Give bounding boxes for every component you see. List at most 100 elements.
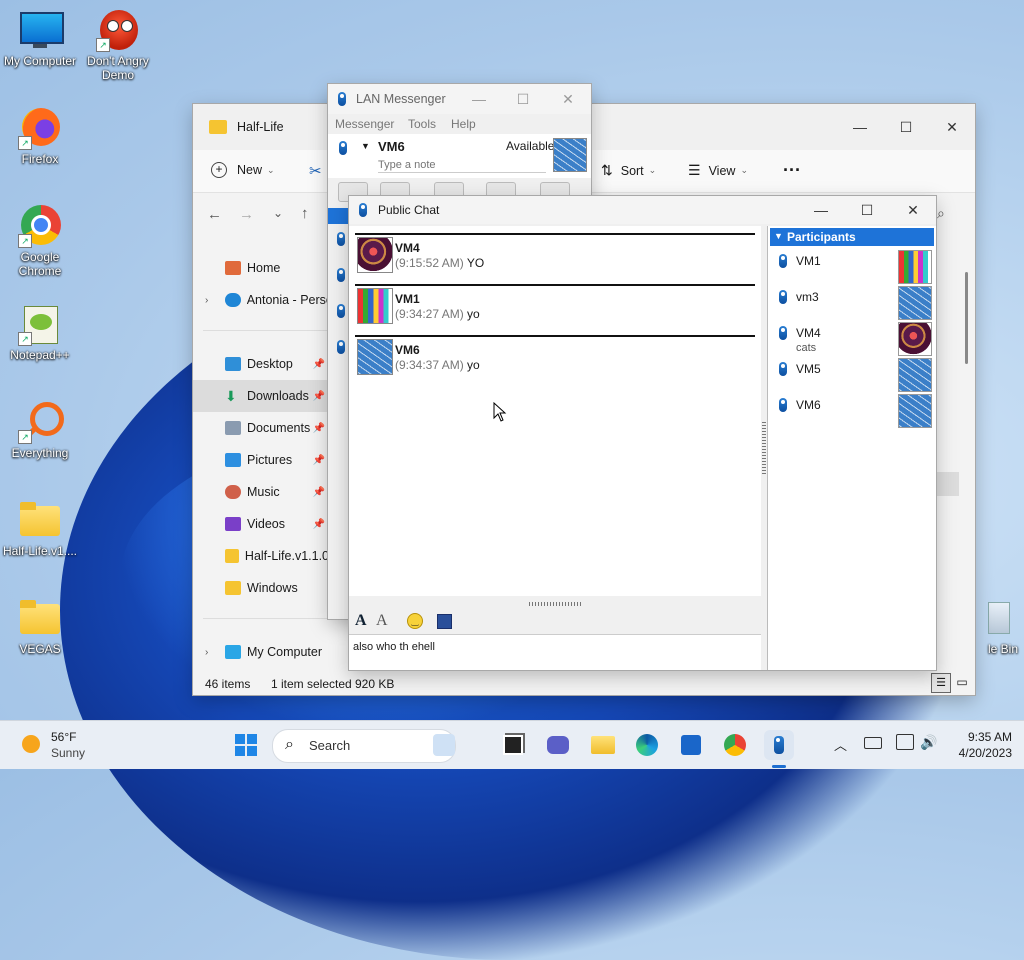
desktop-icon-my-computer[interactable]: My Computer bbox=[0, 8, 80, 68]
minimize-button[interactable]: — bbox=[457, 84, 501, 114]
participant-name: VM5 bbox=[796, 362, 821, 376]
keyboard-icon[interactable] bbox=[864, 737, 882, 749]
user-avatar[interactable] bbox=[553, 138, 587, 172]
close-button[interactable]: ✕ bbox=[545, 84, 591, 114]
menu-messenger[interactable]: Messenger bbox=[335, 117, 394, 131]
participant-item[interactable]: VM4 cats bbox=[776, 322, 932, 356]
vertical-scrollbar[interactable] bbox=[965, 272, 968, 364]
start-button[interactable] bbox=[231, 730, 261, 760]
public-chat-window[interactable]: Public Chat — ☐ ✕ VM4 (9:15:52 AM) YO VM… bbox=[349, 196, 936, 670]
participants-header[interactable]: ▼ Participants bbox=[770, 228, 934, 246]
new-button[interactable]: + New ⌄ bbox=[211, 162, 275, 178]
details-view-icon[interactable]: ☰ bbox=[931, 673, 951, 693]
desktop-icon-vegas[interactable]: VEGAS bbox=[0, 596, 80, 656]
status-chevron-icon[interactable]: ▼ bbox=[361, 141, 370, 151]
weather-temp: 56°F bbox=[51, 730, 77, 744]
explorer-title: Half-Life bbox=[237, 120, 284, 134]
minimize-button[interactable]: — bbox=[837, 112, 883, 142]
message-sender: VM6 bbox=[395, 343, 420, 357]
maximize-button[interactable]: ☐ bbox=[501, 84, 545, 114]
network-icon[interactable] bbox=[896, 734, 914, 750]
sender-avatar bbox=[357, 288, 393, 324]
close-button[interactable]: ✕ bbox=[890, 196, 936, 224]
desktop-icon-label: Don't Angry Demo bbox=[87, 54, 149, 82]
nav-item-halflife[interactable]: Half-Life.v1.1.0 bbox=[193, 540, 329, 572]
desktop-icon-chrome[interactable]: ↗ Google Chrome bbox=[0, 204, 80, 278]
folder-icon bbox=[209, 120, 227, 134]
public-chat-titlebar[interactable]: Public Chat — ☐ ✕ bbox=[349, 196, 936, 224]
nav-item-downloads[interactable]: ⬇ Downloads 📌 bbox=[193, 380, 329, 412]
participant-item[interactable]: vm3 bbox=[776, 286, 932, 320]
nav-item-videos[interactable]: Videos 📌 bbox=[193, 508, 329, 540]
view-button[interactable]: ☰ View ⌄ bbox=[688, 162, 748, 179]
nav-item-home[interactable]: Home bbox=[193, 252, 329, 284]
nav-item-windows[interactable]: Windows bbox=[193, 572, 329, 604]
nav-item-music[interactable]: Music 📌 bbox=[193, 476, 329, 508]
nav-item-pictures[interactable]: Pictures 📌 bbox=[193, 444, 329, 476]
participant-status-icon bbox=[779, 290, 787, 304]
sender-avatar bbox=[357, 339, 393, 375]
show-hidden-icons-chevron[interactable]: ︿ bbox=[834, 735, 847, 754]
vertical-splitter-handle[interactable] bbox=[762, 422, 766, 474]
message-history[interactable]: VM4 (9:15:52 AM) YO VM1 (9:34:27 AM) yo … bbox=[349, 226, 761, 596]
lan-messenger-taskbar-icon[interactable] bbox=[764, 730, 794, 760]
close-button[interactable]: ✕ bbox=[929, 112, 975, 142]
participant-avatar bbox=[898, 358, 932, 392]
font-color-icon[interactable]: A bbox=[376, 612, 388, 630]
monitor-icon bbox=[18, 8, 64, 52]
folder-icon bbox=[225, 549, 239, 563]
store-icon[interactable] bbox=[676, 730, 706, 760]
recent-chevron-icon[interactable]: ⌄ bbox=[273, 206, 283, 220]
participant-avatar bbox=[898, 286, 932, 320]
more-options-button[interactable]: ··· bbox=[783, 160, 801, 181]
desktop-icon-everything[interactable]: ↗ Everything bbox=[0, 400, 80, 460]
home-icon bbox=[225, 261, 241, 275]
task-view-icon[interactable] bbox=[498, 730, 528, 760]
note-input[interactable] bbox=[378, 158, 546, 173]
volume-icon[interactable]: 🔊 bbox=[920, 734, 937, 751]
nav-item-desktop[interactable]: Desktop 📌 bbox=[193, 348, 329, 380]
chat-app-icon[interactable] bbox=[543, 730, 573, 760]
maximize-button[interactable]: ☐ bbox=[883, 112, 929, 142]
sort-button[interactable]: ⇅ Sort ⌄ bbox=[601, 162, 656, 179]
horizontal-splitter-handle[interactable] bbox=[529, 602, 581, 606]
message-input[interactable]: also who th ehell bbox=[349, 634, 761, 670]
smiley-icon[interactable]: ‿ bbox=[407, 613, 423, 629]
documents-icon bbox=[225, 421, 241, 435]
windows-logo-icon bbox=[235, 734, 257, 756]
weather-widget[interactable]: 56°F Sunny bbox=[20, 729, 100, 761]
user-status[interactable]: Available bbox=[506, 139, 554, 153]
desktop-icon-firefox[interactable]: ↗ Firefox bbox=[0, 106, 80, 166]
nav-item-onedrive[interactable]: › Antonia - Perso bbox=[193, 284, 329, 316]
maximize-button[interactable]: ☐ bbox=[844, 196, 890, 224]
menu-tools[interactable]: Tools bbox=[408, 117, 436, 131]
up-arrow-icon[interactable]: ↑ bbox=[301, 205, 309, 222]
nav-item-my-computer[interactable]: › My Computer bbox=[193, 636, 329, 668]
forward-arrow-icon[interactable]: → bbox=[239, 206, 254, 223]
participant-item[interactable]: VM5 bbox=[776, 358, 932, 392]
participant-item[interactable]: VM1 bbox=[776, 250, 932, 284]
desktop-icon-halflife-folder[interactable]: Half-Life.v1.... bbox=[0, 498, 80, 558]
file-explorer-icon[interactable] bbox=[588, 730, 618, 760]
desktop-icon-notepadpp[interactable]: ↗ Notepad++ bbox=[0, 302, 80, 362]
tiles-view-icon[interactable]: ▭ bbox=[953, 673, 971, 691]
search-highlight-icon bbox=[433, 734, 455, 756]
minimize-button[interactable]: — bbox=[798, 196, 844, 224]
clock[interactable]: 9:35 AM 4/20/2023 bbox=[948, 729, 1012, 761]
save-icon[interactable] bbox=[437, 614, 452, 629]
chrome-taskbar-icon[interactable] bbox=[720, 730, 750, 760]
back-arrow-icon[interactable]: ← bbox=[207, 206, 222, 223]
search-icon[interactable]: ⌕ bbox=[937, 205, 945, 222]
collapse-arrow-icon: ▼ bbox=[774, 231, 783, 241]
taskbar-search[interactable]: ⌕ Search bbox=[272, 729, 456, 763]
menu-help[interactable]: Help bbox=[451, 117, 476, 131]
cut-icon[interactable]: ✂ bbox=[309, 162, 322, 180]
desktop-icon-dont-angry[interactable]: ↗ Don't Angry Demo bbox=[78, 8, 158, 82]
participant-status-icon bbox=[779, 398, 787, 412]
lan-messenger-titlebar[interactable]: LAN Messenger — ☐ ✕ bbox=[328, 84, 591, 114]
participant-item[interactable]: VM6 bbox=[776, 394, 932, 428]
font-icon[interactable]: A bbox=[355, 612, 367, 630]
nav-item-documents[interactable]: Documents 📌 bbox=[193, 412, 329, 444]
edge-icon[interactable] bbox=[632, 730, 662, 760]
nav-label: Downloads bbox=[247, 389, 309, 403]
